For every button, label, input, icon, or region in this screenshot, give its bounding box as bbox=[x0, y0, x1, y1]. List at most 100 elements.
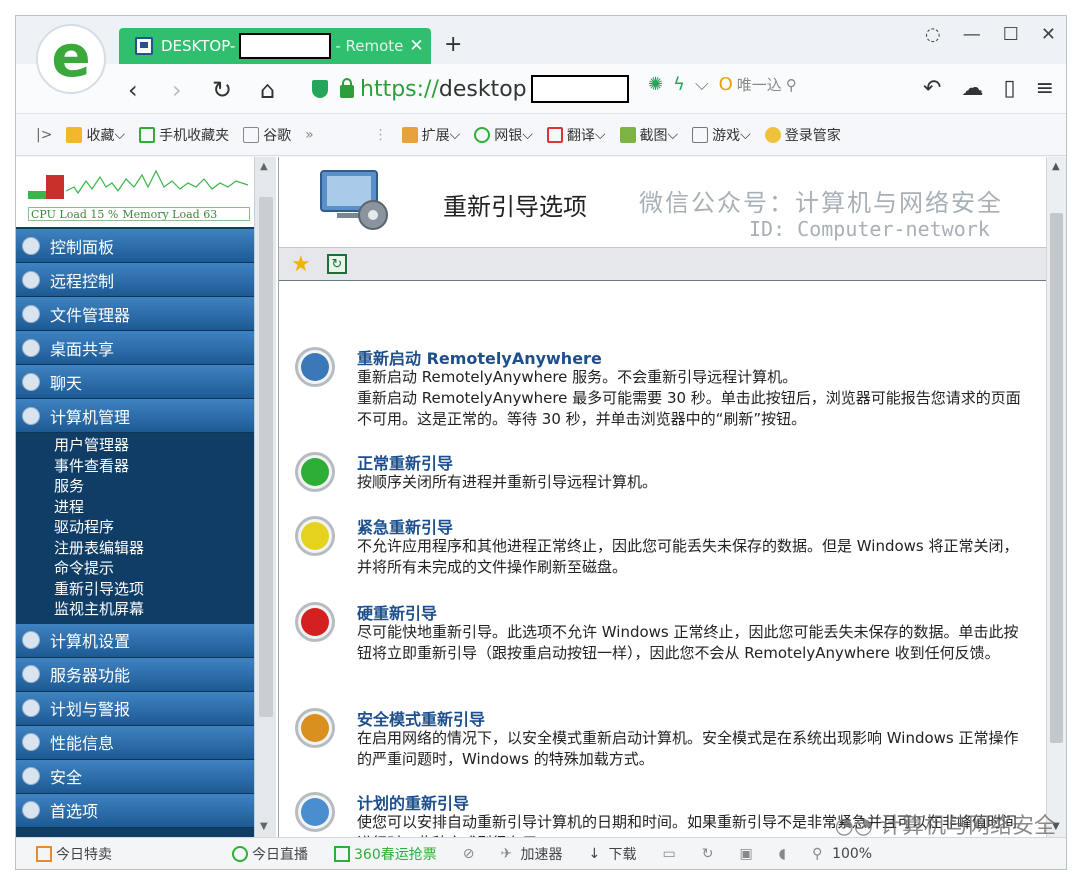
people-icon bbox=[22, 338, 40, 357]
close-window-button[interactable]: ✕ bbox=[1041, 24, 1056, 45]
option-title[interactable]: 正常重新引导 bbox=[357, 450, 453, 474]
option-title[interactable]: 紧急重新引导 bbox=[357, 514, 453, 538]
back-button[interactable]: ‹ bbox=[128, 76, 138, 104]
chart-icon bbox=[22, 733, 40, 751]
bookmark-item[interactable]: 扩展 ⌵ bbox=[401, 125, 460, 145]
grid-icon bbox=[401, 126, 418, 143]
search-box[interactable]: O 唯一込 ⚲ bbox=[719, 74, 797, 95]
phone-icon[interactable]: ▯ bbox=[1003, 76, 1015, 101]
scrollbar-thumb[interactable] bbox=[259, 197, 273, 717]
forward-button[interactable]: › bbox=[172, 76, 182, 104]
subitem-reboot-options[interactable]: 重新引导选项 bbox=[54, 579, 254, 600]
bookmark-item[interactable]: 登录管家 bbox=[764, 125, 841, 145]
play-icon bbox=[232, 846, 248, 862]
lightning-icon[interactable]: ϟ bbox=[673, 74, 685, 95]
restart-icon[interactable] bbox=[295, 347, 335, 387]
sidebar-item-performance[interactable]: 性能信息 bbox=[16, 725, 254, 760]
gamepad-icon bbox=[692, 126, 709, 143]
option-description: 按顺序关闭所有进程并重新引导远程计算机。 bbox=[357, 473, 658, 491]
minimize-button[interactable]: — bbox=[963, 24, 981, 45]
new-tab-button[interactable]: + bbox=[444, 32, 462, 57]
bookmark-item[interactable]: 收藏 ⌵ bbox=[66, 125, 125, 145]
home-button[interactable]: ⌂ bbox=[260, 76, 275, 104]
option-description: 重新启动 RemotelyAnywhere 服务。不会重新引导远程计算机。 重新… bbox=[357, 367, 1025, 430]
bookmark-item[interactable]: 手机收藏夹 bbox=[139, 125, 229, 145]
scrollbar-thumb[interactable] bbox=[1050, 213, 1063, 743]
undo-icon[interactable]: ↶ bbox=[923, 76, 941, 101]
cloud-icon[interactable]: ☁ bbox=[961, 76, 983, 101]
sidebar-item-schedule-alerts[interactable]: 计划与警报 bbox=[16, 691, 254, 726]
status-item[interactable]: 今日特卖 bbox=[36, 844, 112, 864]
status-item[interactable]: ↓ 下载 bbox=[588, 844, 636, 864]
sidebar-item-server-functions[interactable]: 服务器功能 bbox=[16, 657, 254, 692]
reload-button[interactable]: ↻ bbox=[212, 76, 232, 104]
favorite-star-icon[interactable]: ★ bbox=[291, 252, 311, 277]
maximize-button[interactable]: ☐ bbox=[1003, 24, 1019, 45]
page-icon bbox=[243, 126, 260, 143]
main-panel: 重新引导选项 微信公众号：计算机与网络安全 ID: Computer-netwo… bbox=[278, 157, 1046, 837]
clock-icon[interactable] bbox=[295, 792, 335, 832]
sidebar-item-computer-settings[interactable]: 计算机设置 bbox=[16, 623, 254, 658]
sidebar-item-chat[interactable]: 聊天 bbox=[16, 365, 254, 399]
menu-icon[interactable]: ≡ bbox=[1036, 76, 1054, 101]
power-yellow-icon[interactable] bbox=[295, 516, 335, 556]
search-input[interactable]: 唯一込 bbox=[737, 74, 782, 95]
status-item[interactable]: ✈ 加速器 bbox=[500, 844, 562, 864]
scroll-up-arrow-icon[interactable]: ▲ bbox=[260, 161, 268, 172]
sidebar-item-preferences[interactable]: 首选项 bbox=[16, 793, 254, 828]
skin-icon[interactable]: ◌ bbox=[925, 24, 941, 45]
bookmark-item[interactable]: 谷歌 bbox=[243, 125, 291, 145]
refresh-icon[interactable]: ↻ bbox=[702, 846, 714, 862]
gear-icon bbox=[22, 406, 40, 425]
sound-icon[interactable]: ◖ bbox=[779, 846, 786, 862]
screen-icon[interactable]: ▭ bbox=[662, 846, 675, 862]
option-title[interactable]: 计划的重新引导 bbox=[357, 790, 469, 814]
more-bookmarks-button[interactable]: » bbox=[305, 127, 314, 143]
sidebar-item-desktop-share[interactable]: 桌面共享 bbox=[16, 331, 254, 365]
sidebar-item-computer-management[interactable]: 计算机管理 bbox=[16, 399, 254, 433]
subitem-monitor-host-screen[interactable]: 监视主机屏幕 bbox=[54, 599, 254, 620]
sidebar-scrollbar[interactable]: ▲ ▼ bbox=[254, 157, 276, 837]
main-scrollbar[interactable]: ▲ ▼ bbox=[1046, 157, 1066, 837]
subitem-command-prompt[interactable]: 命令提示 bbox=[54, 558, 254, 579]
search-icon[interactable]: ⚲ bbox=[786, 76, 797, 94]
bookmark-item[interactable]: 游戏 ⌵ bbox=[692, 125, 751, 145]
chevron-down-icon[interactable]: ⌵ bbox=[695, 74, 709, 95]
status-item[interactable]: ⚲ 100% bbox=[812, 846, 872, 862]
sidebar-item-security[interactable]: 安全 bbox=[16, 759, 254, 794]
status-bar: 今日特卖 今日直播 360春运抢票 ⊘ ✈ 加速器 ↓ 下载 ▭ ↻ ▣ ◖ ⚲ 10… bbox=[16, 837, 1066, 869]
sidebar-item-remote-control[interactable]: 远程控制 bbox=[16, 263, 254, 297]
bookmark-item[interactable]: 截图 ⌵ bbox=[619, 125, 678, 145]
power-green-icon[interactable] bbox=[295, 452, 335, 492]
subitem-services[interactable]: 服务 bbox=[54, 476, 254, 497]
active-tab[interactable]: DESKTOP- - Remote ✕ bbox=[119, 28, 431, 64]
power-red-icon[interactable] bbox=[295, 602, 335, 642]
refresh-icon[interactable]: ↻ bbox=[327, 254, 347, 274]
window-icon[interactable]: ▣ bbox=[739, 846, 752, 862]
redacted-box bbox=[530, 75, 629, 103]
sidebar-toggle-icon[interactable]: |> bbox=[36, 127, 52, 143]
scroll-up-arrow-icon[interactable]: ▲ bbox=[1052, 161, 1060, 172]
wrench-icon bbox=[22, 631, 40, 649]
subitem-registry-editor[interactable]: 注册表编辑器 bbox=[54, 538, 254, 559]
page-content: CPU Load 15 % Memory Load 63 控制面板 远程控制 文… bbox=[16, 157, 1066, 837]
bookmark-item[interactable]: 翻译 ⌵ bbox=[546, 125, 606, 145]
option-title[interactable]: 硬重新引导 bbox=[357, 600, 437, 624]
sidebar-item-file-manager[interactable]: 文件管理器 bbox=[16, 297, 254, 331]
subitem-user-manager[interactable]: 用户管理器 bbox=[54, 435, 254, 456]
subitem-processes[interactable]: 进程 bbox=[54, 497, 254, 518]
sidebar-item-control-panel[interactable]: 控制面板 bbox=[16, 229, 254, 263]
gear-plugin-icon[interactable]: ✺ bbox=[648, 74, 663, 95]
status-item[interactable]: 360春运抢票 bbox=[334, 844, 437, 864]
option-title[interactable]: 安全模式重新引导 bbox=[357, 706, 485, 730]
subitem-drivers[interactable]: 驱动程序 bbox=[54, 517, 254, 538]
bookmark-item[interactable]: 网银 ⌵ bbox=[474, 125, 533, 145]
option-title[interactable]: 重新启动 RemotelyAnywhere bbox=[357, 345, 602, 369]
speed-icon[interactable]: ⊘ bbox=[463, 846, 475, 862]
scroll-down-arrow-icon[interactable]: ▼ bbox=[260, 821, 268, 832]
subitem-event-viewer[interactable]: 事件查看器 bbox=[54, 456, 254, 477]
status-item[interactable]: 今日直播 bbox=[232, 844, 308, 864]
close-tab-icon[interactable]: ✕ bbox=[409, 36, 423, 56]
page-header: 重新引导选项 微信公众号：计算机与网络安全 ID: Computer-netwo… bbox=[279, 157, 1046, 247]
safe-mode-icon[interactable] bbox=[295, 708, 335, 748]
